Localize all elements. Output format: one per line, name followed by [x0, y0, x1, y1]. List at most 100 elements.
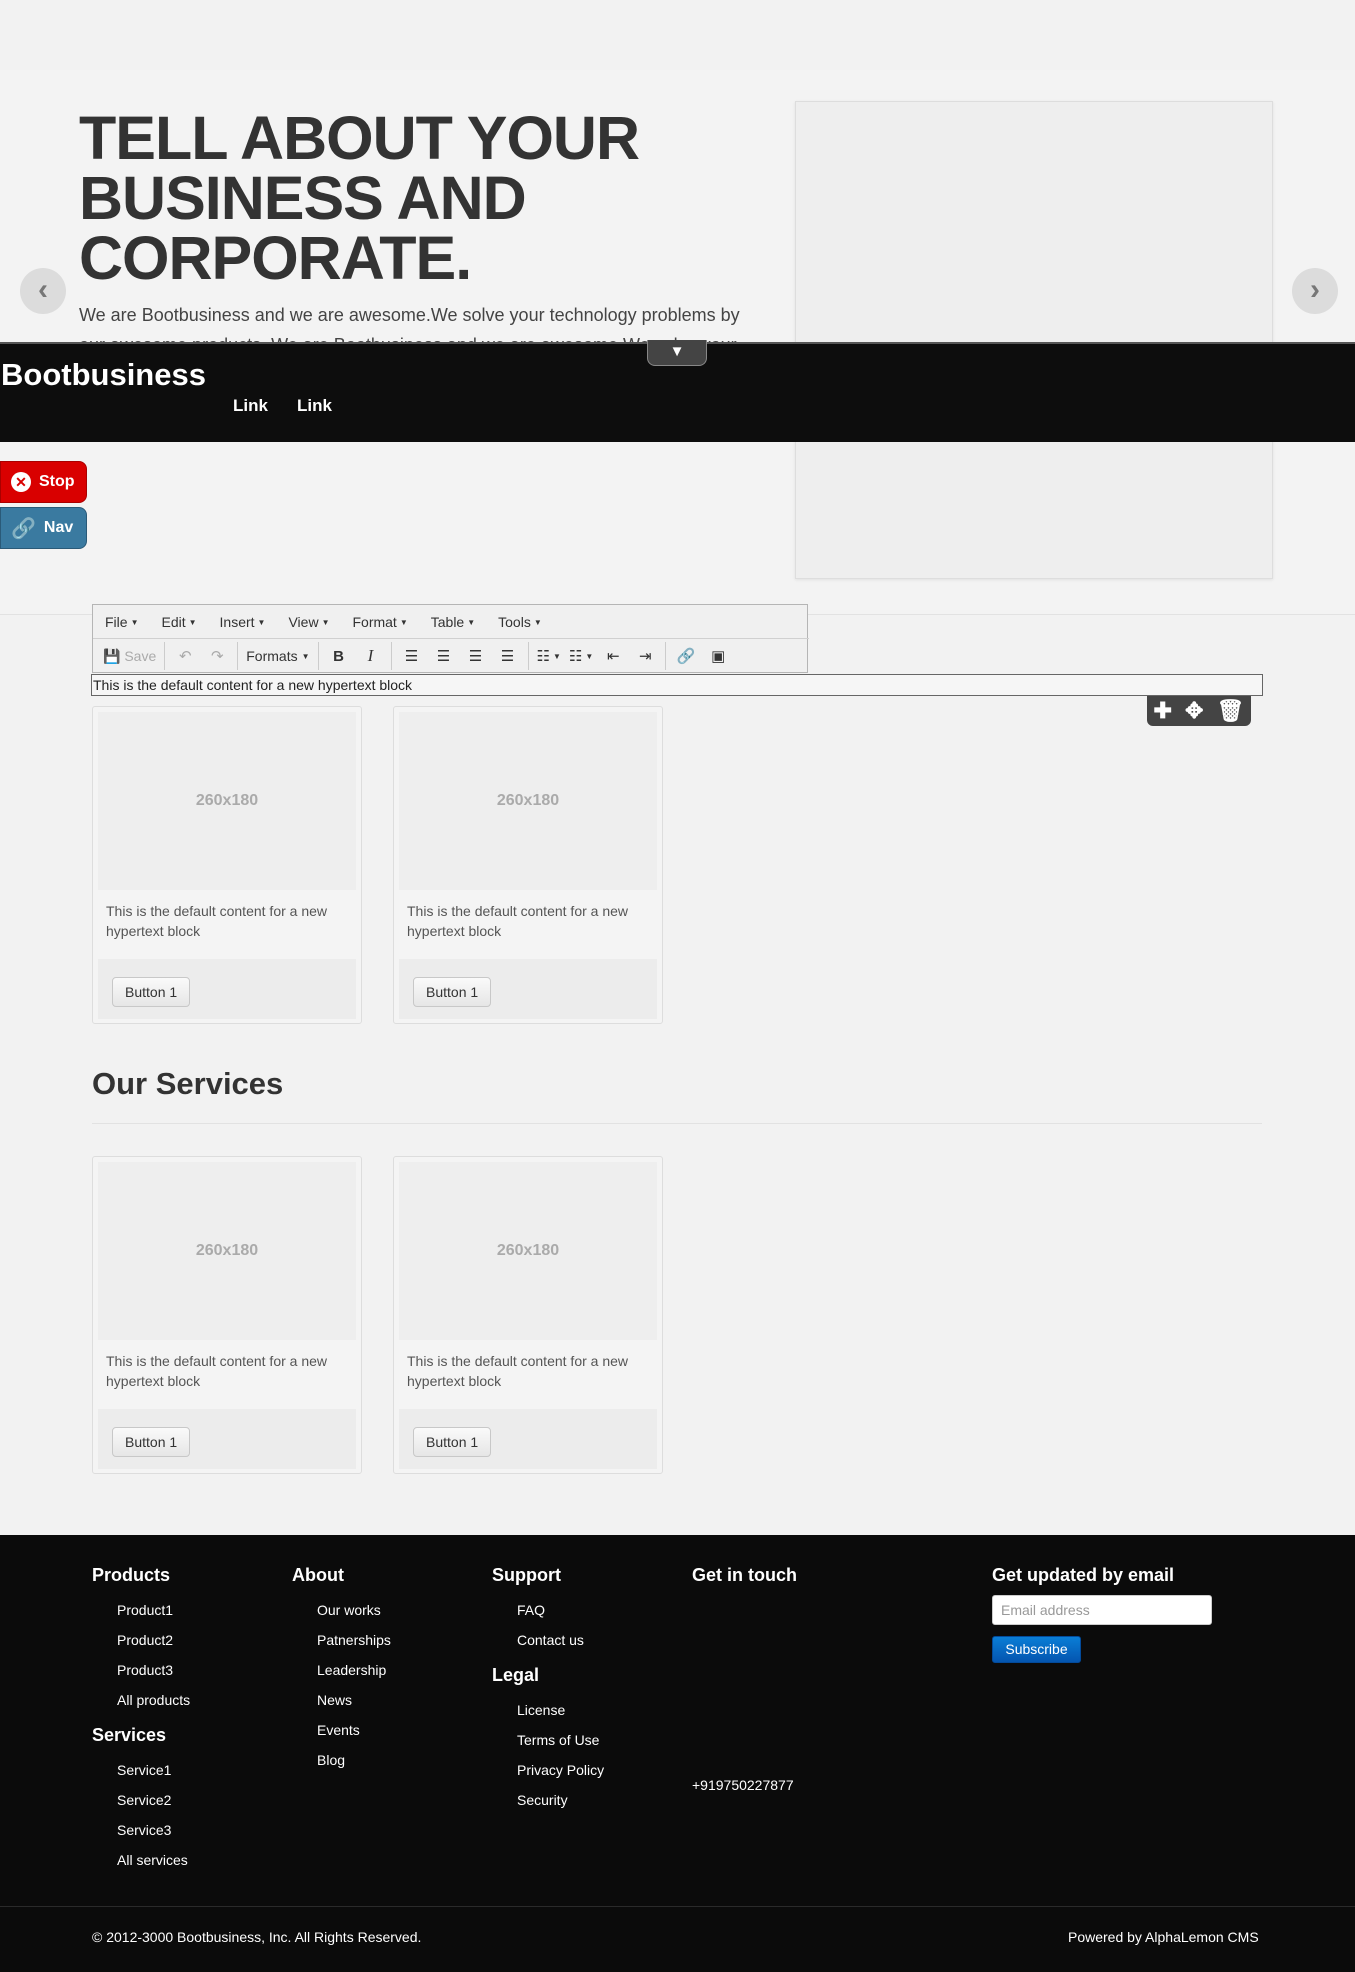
footer-link[interactable]: Events [317, 1722, 360, 1738]
nav-button-label: Nav [43, 519, 74, 536]
menu-view[interactable]: View ▼ [288, 614, 329, 630]
card-image-placeholder: 260x180 [399, 1162, 657, 1340]
navbar-link-1[interactable]: Link [233, 396, 268, 416]
footer-link[interactable]: License [517, 1702, 565, 1718]
caret-down-icon: ▼ [533, 618, 542, 628]
indent-icon[interactable]: ⇥ [629, 642, 661, 670]
outdent-icon[interactable]: ⇤ [597, 642, 629, 670]
menu-file[interactable]: File ▼ [105, 614, 138, 630]
hero-image-placeholder: 470x470 [795, 101, 1273, 579]
powered-by-text: Powered by AlphaLemon CMS [1068, 1929, 1259, 1945]
caret-down-icon: ▼ [257, 618, 266, 628]
card-image-placeholder: 260x180 [98, 1162, 356, 1340]
card-text: This is the default content for a new hy… [106, 903, 328, 939]
footer-link[interactable]: Security [517, 1792, 568, 1808]
footer-link[interactable]: Product3 [117, 1662, 173, 1678]
card-button[interactable]: Button 1 [413, 977, 492, 1007]
card-footer: Button 1 [98, 1409, 356, 1469]
link-icon[interactable]: 🔗 [670, 642, 702, 670]
copyright-text: © 2012-3000 Bootbusiness, Inc. All Right… [92, 1929, 422, 1945]
card-button[interactable]: Button 1 [413, 1427, 492, 1457]
navbar-brand[interactable]: Bootbusiness [1, 357, 206, 393]
subscribe-button[interactable]: Subscribe [992, 1636, 1081, 1663]
card-button[interactable]: Button 1 [112, 1427, 191, 1457]
footer-link[interactable]: All products [117, 1692, 190, 1708]
footer-link[interactable]: Our works [317, 1602, 381, 1618]
close-circle-icon: ✕ [11, 472, 31, 492]
footer-link[interactable]: Leadership [317, 1662, 386, 1678]
move-icon[interactable]: ✥ [1185, 698, 1203, 724]
stop-button[interactable]: ✕ Stop [0, 461, 87, 503]
navbar-link-2[interactable]: Link [297, 396, 332, 416]
card-footer: Button 1 [399, 959, 657, 1019]
footer-heading-support: Support [492, 1565, 561, 1585]
caret-down-icon: ▼ [188, 618, 197, 628]
align-center-icon[interactable]: ☰ [428, 642, 460, 670]
align-justify-icon[interactable]: ☰ [492, 642, 524, 670]
footer-link[interactable]: Privacy Policy [517, 1762, 604, 1778]
card-footer: Button 1 [399, 1409, 657, 1469]
footer-link[interactable]: Service2 [117, 1792, 171, 1808]
menu-format[interactable]: Format ▼ [352, 614, 407, 630]
hero-title: TELL ABOUT YOUR BUSINESS AND CORPORATE. [79, 104, 640, 292]
footer-heading-newsletter: Get updated by email [992, 1565, 1175, 1585]
rich-text-editor: File ▼ Edit ▼ Insert ▼ View ▼ Format ▼ Table ▼… [92, 604, 809, 673]
footer-link[interactable]: Contact us [517, 1632, 584, 1648]
align-right-icon[interactable]: ☰ [460, 642, 492, 670]
menu-table[interactable]: Table ▼ [431, 614, 475, 630]
footer-heading-services: Services [92, 1725, 167, 1745]
add-icon[interactable]: ✚ [1154, 698, 1172, 724]
hypertext-block-content[interactable]: This is the default content for a new hy… [91, 674, 1263, 696]
footer-link[interactable]: Service1 [117, 1762, 171, 1778]
footer-link[interactable]: Blog [317, 1752, 345, 1768]
caret-down-icon: ▼ [301, 651, 310, 661]
menu-tools[interactable]: Tools ▼ [498, 614, 542, 630]
image-icon[interactable]: ▣ [702, 642, 734, 670]
caret-down-icon: ▼ [130, 618, 139, 628]
link-icon: 🔗 [11, 517, 36, 540]
footer-link[interactable]: FAQ [517, 1602, 545, 1618]
service-card: 260x180 This is the default content for … [92, 1156, 362, 1474]
card-text: This is the default content for a new hy… [407, 903, 629, 939]
bullet-list-icon[interactable]: ☷ ▼ [533, 642, 565, 670]
formats-dropdown[interactable]: Formats ▼ [242, 642, 313, 670]
trash-icon[interactable]: 🗑 [1217, 698, 1245, 724]
footer-link[interactable]: Terms of Use [517, 1732, 599, 1748]
footer-link[interactable]: All services [117, 1852, 188, 1868]
footer-link[interactable]: News [317, 1692, 352, 1708]
footer-heading-products: Products [92, 1565, 171, 1585]
italic-icon[interactable]: I [355, 642, 387, 670]
navbar-toggle-button[interactable]: ▼ [647, 340, 707, 366]
footer-link[interactable]: Product1 [117, 1602, 173, 1618]
footer-link[interactable]: Service3 [117, 1822, 171, 1838]
menu-insert[interactable]: Insert ▼ [220, 614, 266, 630]
bold-icon[interactable]: B [323, 642, 355, 670]
nav-button[interactable]: 🔗 Nav [0, 507, 87, 549]
email-input[interactable]: Email address [992, 1595, 1212, 1625]
card-text: This is the default content for a new hy… [407, 1353, 629, 1389]
carousel-prev-arrow-icon[interactable]: ‹ [20, 268, 66, 314]
numbered-list-icon[interactable]: ☷ ▼ [565, 642, 597, 670]
card-image-placeholder: 260x180 [98, 712, 356, 890]
footer-heading-legal: Legal [492, 1665, 540, 1685]
align-left-icon[interactable]: ☰ [396, 642, 428, 670]
redo-icon[interactable]: ↷ [201, 642, 233, 670]
undo-icon[interactable]: ↶ [169, 642, 201, 670]
editor-toolbar: 💾 Save ↶ ↷ Formats ▼ B I ☰ ☰ ☰ ☰ ☷ ▼ ☷ ▼ ⇤ … [93, 638, 809, 673]
menu-edit[interactable]: Edit ▼ [161, 614, 196, 630]
save-button[interactable]: 💾 Save [99, 642, 160, 670]
footer-heading-about: About [292, 1565, 344, 1585]
hero-text: We are Bootbusiness and we are awesome.W… [79, 305, 740, 344]
footer-link[interactable]: Patnerships [317, 1632, 391, 1648]
caret-down-icon: ▼ [467, 618, 476, 628]
caret-down-icon: ▼ [321, 618, 330, 628]
carousel-next-arrow-icon[interactable]: › [1292, 268, 1338, 314]
thumbnail-card: 260x180 This is the default content for … [393, 706, 663, 1024]
card-footer: Button 1 [98, 959, 356, 1019]
thumbnail-card: 260x180 This is the default content for … [92, 706, 362, 1024]
card-button[interactable]: Button 1 [112, 977, 191, 1007]
stop-button-label: Stop [39, 473, 75, 490]
footer-link[interactable]: Product2 [117, 1632, 173, 1648]
caret-down-icon: ▼ [399, 618, 408, 628]
service-card: 260x180 This is the default content for … [393, 1156, 663, 1474]
